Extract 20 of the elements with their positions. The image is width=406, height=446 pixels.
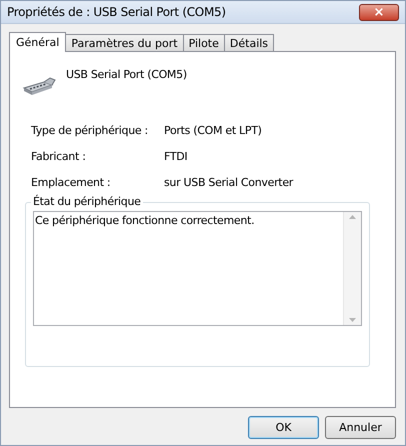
tab[interactable]: Général: [9, 32, 66, 52]
ok-button[interactable]: OK: [248, 416, 319, 439]
property-label: Type de périphérique :: [31, 124, 149, 137]
status-text: Ce périphérique fonctionne correctement.: [34, 213, 256, 229]
cancel-button[interactable]: Annuler: [325, 416, 396, 439]
tab[interactable]: Pilote: [182, 34, 225, 51]
property-label: Emplacement :: [31, 176, 112, 189]
property-value: sur USB Serial Converter: [164, 176, 294, 189]
property-value: FTDI: [164, 150, 188, 163]
scroll-up-icon[interactable]: [349, 215, 356, 219]
device-name: USB Serial Port (COM5): [66, 68, 187, 81]
tab[interactable]: Détails: [224, 34, 274, 51]
property-value: Ports (COM et LPT): [164, 124, 263, 137]
scroll-down-icon[interactable]: [349, 318, 356, 322]
group-title: État du périphérique: [31, 195, 143, 208]
tab[interactable]: Paramètres du port: [65, 34, 184, 51]
property-label: Fabricant :: [31, 150, 87, 163]
status-text-area[interactable]: Ce périphérique fonctionne correctement.: [33, 211, 362, 326]
window-title: Propriétés de : USB Serial Port (COM5): [7, 5, 226, 19]
serial-connector-icon: [22, 76, 56, 98]
